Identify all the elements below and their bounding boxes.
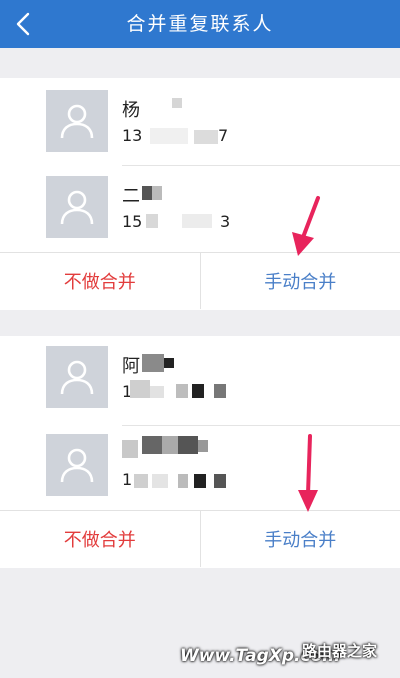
page-title: 合并重复联系人 — [126, 13, 274, 35]
redacted-mosaic — [198, 440, 208, 452]
duplicate-group-2: 阿 1 1 不做合并 手动合并 — [0, 336, 400, 568]
redacted-mosaic — [152, 474, 168, 488]
redacted-mosaic — [214, 384, 226, 398]
user-avatar-icon — [60, 448, 94, 483]
contact-item[interactable]: 杨 13 7 — [0, 84, 400, 168]
group-actions: 不做合并 手动合并 — [0, 252, 400, 309]
avatar — [46, 346, 108, 408]
redacted-mosaic — [178, 436, 198, 454]
no-merge-button[interactable]: 不做合并 — [0, 253, 201, 309]
avatar — [46, 90, 108, 152]
watermark: Www.TagXp.com 路由器之家 — [180, 640, 390, 672]
manual-merge-button[interactable]: 手动合并 — [201, 253, 400, 309]
contact-phone-tail: 3 — [220, 212, 231, 231]
contact-phone: 15 — [122, 212, 143, 231]
contact-item[interactable]: 1 — [0, 428, 400, 512]
redacted-mosaic — [130, 380, 150, 398]
redacted-mosaic — [122, 440, 138, 458]
redacted-mosaic — [176, 384, 188, 398]
divider — [122, 425, 400, 426]
redacted-mosaic — [164, 358, 174, 368]
redacted-mosaic — [192, 384, 204, 398]
redacted-mosaic — [146, 214, 158, 228]
annotation-arrow-icon — [292, 196, 320, 256]
contact-phone: 13 — [122, 126, 143, 145]
contact-phone-tail: 7 — [218, 126, 229, 145]
contact-item[interactable]: 二 15 3 — [0, 170, 400, 254]
redacted-mosaic — [142, 436, 162, 454]
redacted-mosaic — [162, 436, 178, 454]
redacted-mosaic — [178, 474, 188, 488]
app-header: 合并重复联系人 — [0, 0, 400, 48]
redacted-mosaic — [134, 474, 148, 488]
redacted-mosaic — [142, 354, 164, 372]
redacted-mosaic — [194, 474, 206, 488]
redacted-mosaic — [150, 386, 164, 398]
redacted-mosaic — [150, 128, 188, 144]
redacted-mosaic — [172, 98, 182, 108]
redacted-mosaic — [214, 474, 226, 488]
group-actions: 不做合并 手动合并 — [0, 510, 400, 567]
watermark-brand: 路由器之家 — [302, 642, 378, 660]
redacted-mosaic — [152, 186, 162, 200]
redacted-mosaic — [194, 130, 218, 144]
contact-name: 杨 — [122, 100, 140, 121]
no-merge-button[interactable]: 不做合并 — [0, 511, 201, 567]
avatar — [46, 176, 108, 238]
user-avatar-icon — [60, 360, 94, 395]
annotation-arrow-icon — [298, 434, 318, 512]
avatar — [46, 434, 108, 496]
contact-item[interactable]: 阿 1 — [0, 340, 400, 424]
contact-phone: 1 — [122, 470, 133, 489]
user-avatar-icon — [60, 190, 94, 225]
contact-name: 阿 — [122, 356, 140, 377]
duplicate-group-1: 杨 13 7 二 15 3 不做合并 手动合并 — [0, 78, 400, 310]
manual-merge-button[interactable]: 手动合并 — [201, 511, 400, 567]
redacted-mosaic — [142, 186, 152, 200]
contact-name: 二 — [122, 186, 140, 207]
redacted-mosaic — [182, 214, 212, 228]
user-avatar-icon — [60, 104, 94, 139]
divider — [122, 165, 400, 166]
